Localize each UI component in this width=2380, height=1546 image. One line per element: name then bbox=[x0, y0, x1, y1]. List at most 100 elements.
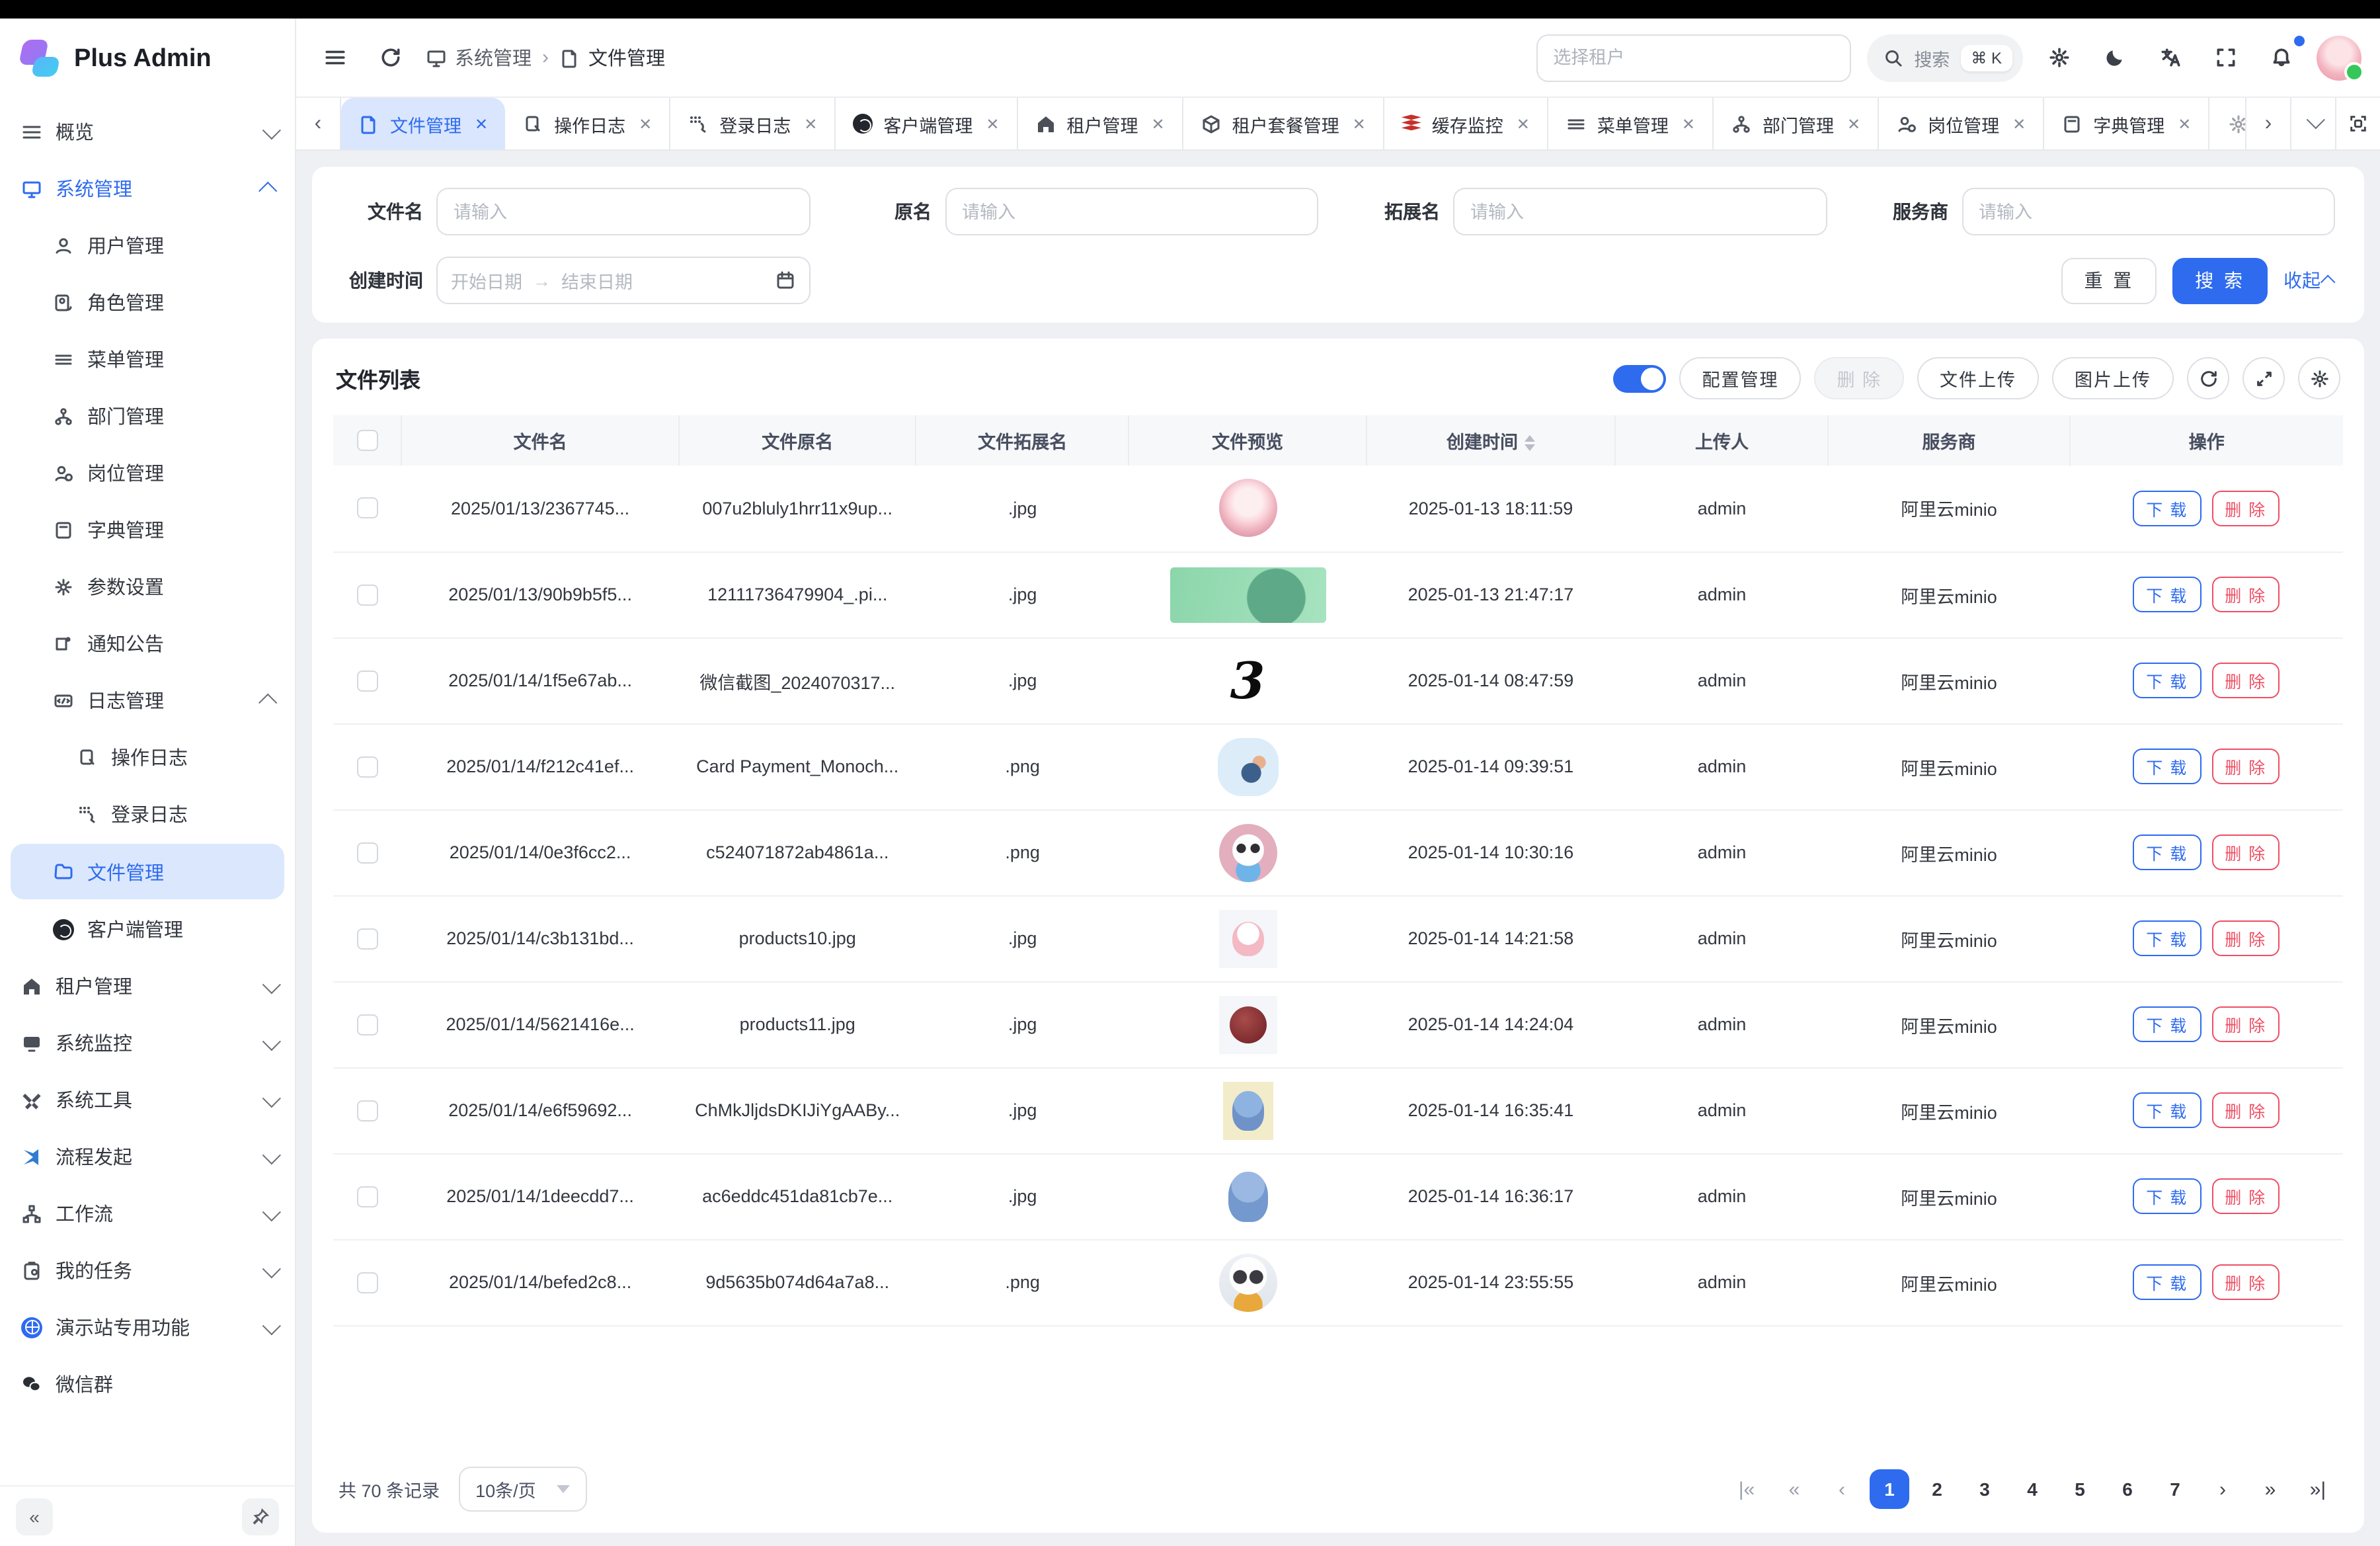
sidebar-pin-button[interactable] bbox=[242, 1498, 279, 1535]
file-preview-thumbnail[interactable]: 3 bbox=[1218, 651, 1277, 710]
download-button[interactable]: 下 载 bbox=[2133, 749, 2201, 784]
close-icon[interactable]: ✕ bbox=[1353, 114, 1366, 133]
sidebar-item-tenant-management[interactable]: 租户管理 bbox=[0, 957, 295, 1014]
row-checkbox[interactable] bbox=[357, 928, 378, 949]
tab-menu-management[interactable]: 菜单管理✕ bbox=[1548, 98, 1714, 149]
row-checkbox[interactable] bbox=[357, 756, 378, 777]
last-page-button[interactable]: »| bbox=[2298, 1469, 2338, 1509]
row-checkbox[interactable] bbox=[357, 842, 378, 863]
file-preview-thumbnail[interactable] bbox=[1218, 909, 1277, 967]
table-refresh-button[interactable] bbox=[2187, 357, 2229, 399]
close-icon[interactable]: ✕ bbox=[804, 114, 817, 133]
page-size-select[interactable]: 10条/页 bbox=[458, 1467, 588, 1512]
row-checkbox[interactable] bbox=[357, 584, 378, 605]
tabs-dropdown-button[interactable] bbox=[2290, 98, 2335, 149]
col-create-time[interactable]: 创建时间 bbox=[1367, 415, 1616, 466]
tab-post-management[interactable]: 岗位管理✕ bbox=[1879, 98, 2044, 149]
close-icon[interactable]: ✕ bbox=[1682, 114, 1695, 133]
file-preview-thumbnail[interactable] bbox=[1218, 479, 1277, 538]
tab-client-management[interactable]: 客户端管理✕ bbox=[836, 98, 1017, 149]
delete-button[interactable]: 删 除 bbox=[2211, 1178, 2280, 1214]
close-icon[interactable]: ✕ bbox=[475, 114, 488, 133]
collapse-filter-link[interactable]: 收起 bbox=[2283, 267, 2335, 294]
file-preview-thumbnail[interactable] bbox=[1218, 995, 1277, 1053]
sidebar-item-role-management[interactable]: 角色管理 bbox=[0, 274, 295, 331]
delete-button[interactable]: 删 除 bbox=[2211, 663, 2280, 698]
first-page-button[interactable]: |« bbox=[1727, 1469, 1766, 1509]
page-number-6[interactable]: 6 bbox=[2108, 1469, 2147, 1509]
config-management-button[interactable]: 配置管理 bbox=[1679, 357, 1801, 399]
row-checkbox[interactable] bbox=[357, 1186, 378, 1207]
download-button[interactable]: 下 载 bbox=[2133, 834, 2201, 870]
download-button[interactable]: 下 载 bbox=[2133, 663, 2201, 698]
fullscreen-icon[interactable] bbox=[2205, 38, 2245, 77]
sidebar-item-file-management[interactable]: 文件管理 bbox=[11, 844, 284, 899]
file-preview-thumbnail[interactable] bbox=[1217, 737, 1278, 795]
filename-input[interactable] bbox=[436, 188, 810, 235]
table-fullscreen-button[interactable] bbox=[2242, 357, 2285, 399]
sidebar-item-wechat-group[interactable]: 微信群 bbox=[0, 1356, 295, 1412]
row-checkbox[interactable] bbox=[357, 1272, 378, 1293]
sidebar-item-flow-start[interactable]: 流程发起 bbox=[0, 1128, 295, 1185]
notification-bell-icon[interactable] bbox=[2261, 38, 2301, 77]
delete-button[interactable]: 删 除 bbox=[2211, 920, 2280, 956]
close-icon[interactable]: ✕ bbox=[639, 114, 652, 133]
download-button[interactable]: 下 载 bbox=[2133, 920, 2201, 956]
sidebar-item-menu-management[interactable]: 菜单管理 bbox=[0, 331, 295, 387]
close-icon[interactable]: ✕ bbox=[2012, 114, 2026, 133]
dark-mode-moon-icon[interactable] bbox=[2094, 38, 2134, 77]
sidebar-item-overview[interactable]: 概览 bbox=[0, 103, 295, 160]
close-icon[interactable]: ✕ bbox=[1517, 114, 1530, 133]
file-preview-thumbnail[interactable] bbox=[1218, 1253, 1277, 1311]
global-search-button[interactable]: 搜索 ⌘ K bbox=[1866, 34, 2023, 81]
select-all-checkbox[interactable] bbox=[356, 430, 377, 451]
sidebar-item-dict-management[interactable]: 字典管理 bbox=[0, 501, 295, 558]
sidebar-item-login-log[interactable]: 登录日志 bbox=[0, 786, 295, 842]
close-icon[interactable]: ✕ bbox=[1152, 114, 1165, 133]
download-button[interactable]: 下 载 bbox=[2133, 1178, 2201, 1214]
page-number-1[interactable]: 1 bbox=[1870, 1469, 1909, 1509]
file-preview-thumbnail[interactable] bbox=[1170, 567, 1326, 622]
row-checkbox[interactable] bbox=[357, 1100, 378, 1121]
sidebar-item-operation-log[interactable]: 操作日志 bbox=[0, 729, 295, 786]
sidebar-item-system-tools[interactable]: 系统工具 bbox=[0, 1071, 295, 1128]
provider-input[interactable] bbox=[1962, 188, 2335, 235]
tab-login-log[interactable]: 登录日志✕ bbox=[670, 98, 836, 149]
breadcrumb-system-management[interactable]: 系统管理 bbox=[426, 44, 532, 71]
tab-tenant-management[interactable]: 租户管理✕ bbox=[1018, 98, 1183, 149]
table-border-toggle[interactable] bbox=[1613, 364, 1666, 392]
sidebar-item-log-management[interactable]: 日志管理 bbox=[0, 672, 295, 729]
image-upload-button[interactable]: 图片上传 bbox=[2052, 357, 2174, 399]
prev-page-button[interactable]: ‹ bbox=[1822, 1469, 1862, 1509]
page-number-5[interactable]: 5 bbox=[2060, 1469, 2100, 1509]
page-number-4[interactable]: 4 bbox=[2012, 1469, 2052, 1509]
page-number-7[interactable]: 7 bbox=[2155, 1469, 2195, 1509]
sidebar-item-demo-features[interactable]: 演示站专用功能 bbox=[0, 1299, 295, 1356]
sidebar-collapse-button[interactable]: « bbox=[16, 1498, 53, 1535]
file-preview-thumbnail[interactable] bbox=[1218, 823, 1277, 881]
tab-operation-log[interactable]: 操作日志✕ bbox=[505, 98, 670, 149]
content-screenshot-button[interactable] bbox=[2335, 98, 2380, 149]
settings-gear-icon[interactable] bbox=[2039, 38, 2079, 77]
delete-button[interactable]: 删 除 bbox=[2211, 577, 2280, 612]
tabs-scroll-right-button[interactable]: › bbox=[2245, 98, 2290, 149]
next-page-button[interactable]: › bbox=[2203, 1469, 2242, 1509]
hamburger-menu-icon[interactable] bbox=[315, 38, 354, 77]
sidebar-item-system-monitor[interactable]: 系统监控 bbox=[0, 1014, 295, 1071]
download-button[interactable]: 下 载 bbox=[2133, 1264, 2201, 1300]
fast-next-button[interactable]: » bbox=[2250, 1469, 2290, 1509]
file-upload-button[interactable]: 文件上传 bbox=[1917, 357, 2039, 399]
close-icon[interactable]: ✕ bbox=[986, 114, 999, 133]
file-preview-thumbnail[interactable] bbox=[1218, 1167, 1277, 1225]
download-button[interactable]: 下 载 bbox=[2133, 491, 2201, 526]
extension-input[interactable] bbox=[1453, 188, 1827, 235]
tab-cache-monitor[interactable]: 缓存监控✕ bbox=[1384, 98, 1548, 149]
close-icon[interactable]: ✕ bbox=[2178, 114, 2191, 133]
close-icon[interactable]: ✕ bbox=[1847, 114, 1860, 133]
date-range-picker[interactable]: 开始日期 → 结束日期 bbox=[436, 257, 810, 304]
refresh-icon[interactable] bbox=[370, 38, 410, 77]
original-name-input[interactable] bbox=[945, 188, 1318, 235]
user-avatar[interactable] bbox=[2317, 35, 2361, 80]
row-checkbox[interactable] bbox=[357, 1014, 378, 1035]
translate-icon[interactable] bbox=[2150, 38, 2190, 77]
